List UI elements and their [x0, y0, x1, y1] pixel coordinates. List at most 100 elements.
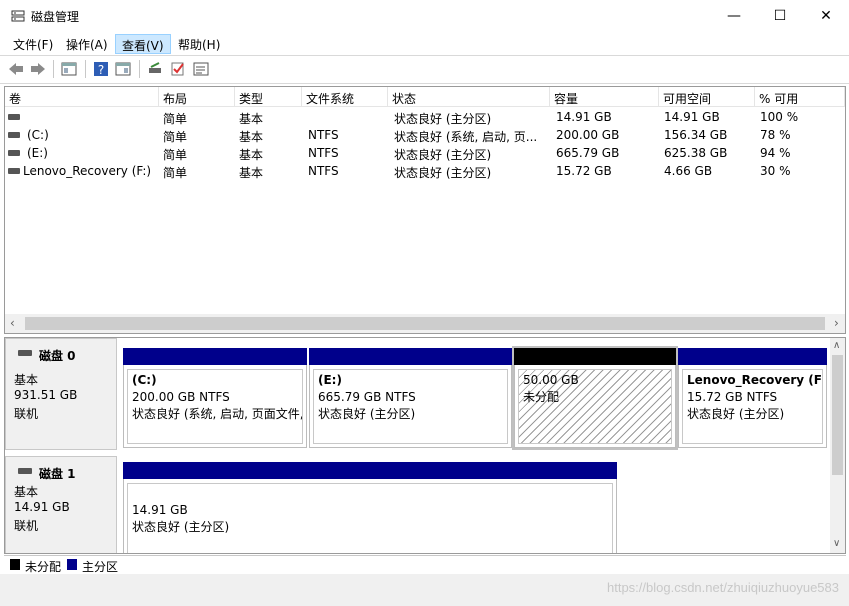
partition-status: 状态良好 (主分区) [687, 407, 785, 421]
partition-details: Lenovo_Recovery (F:) 15.72 GB NTFS 状态良好 … [682, 369, 823, 444]
help-icon: ? [94, 62, 108, 77]
partition-details: 50.00 GB 未分配 [518, 369, 672, 444]
partition-disk1-primary[interactable]: 14.91 GB 状态良好 (主分区) [123, 462, 617, 553]
partition-e[interactable]: (E:) 665.79 GB NTFS 状态良好 (主分区) [309, 348, 512, 448]
volume-status: 状态良好 (主分区) [394, 148, 492, 162]
volume-type: 基本 [239, 112, 264, 126]
vertical-scroll-thumb[interactable] [832, 355, 843, 475]
check-button[interactable] [168, 59, 188, 79]
scroll-left-icon[interactable]: ‹ [10, 316, 15, 330]
show-hide-action-pane-button[interactable] [113, 59, 133, 79]
column-header-capacity[interactable]: 容量 [550, 87, 659, 107]
legend: 未分配 主分区 [4, 555, 846, 574]
volume-name: (E:) [27, 146, 48, 160]
help-button[interactable]: ? [91, 59, 111, 79]
disk-row: 磁盘 0 基本 931.51 GB 联机 (C:) 200.00 GB NTFS… [5, 338, 830, 450]
menu-help[interactable]: 帮助(H) [172, 34, 226, 54]
maximize-icon: ☐ [773, 8, 787, 24]
partition-details: 14.91 GB 状态良好 (主分区) [127, 483, 613, 553]
connect-disk-icon [149, 62, 161, 73]
volume-capacity: 200.00 GB [556, 128, 620, 142]
primary-partition-bar [678, 348, 827, 365]
unallocated-swatch [10, 559, 20, 570]
console-tree-button[interactable] [59, 59, 79, 79]
partition-name: Lenovo_Recovery (F:) [687, 373, 823, 387]
window-title: 磁盘管理 [31, 10, 80, 24]
volume-list-header: 卷 布局 类型 文件系统 状态 容量 可用空间 % 可用 [5, 87, 845, 107]
disk-name: 磁盘 0 [39, 349, 76, 363]
menu-action[interactable]: 操作(A) [60, 34, 114, 54]
console-tree-icon [61, 62, 77, 76]
back-button[interactable] [6, 59, 26, 79]
volume-icon [8, 114, 20, 120]
disk-status: 联机 [14, 407, 39, 421]
partition-unallocated[interactable]: 50.00 GB 未分配 [512, 346, 678, 450]
disk-management-icon [11, 10, 25, 22]
forward-arrow-icon [31, 63, 45, 75]
properties-icon [193, 62, 209, 76]
partition-status: 状态良好 (主分区) [318, 407, 416, 421]
volume-percent-free: 94 % [760, 146, 791, 160]
connect-button[interactable] [145, 59, 165, 79]
toolbar-separator [139, 60, 140, 78]
vertical-scrollbar[interactable]: ∧ ∨ [830, 338, 845, 553]
menu-view[interactable]: 查看(V) [115, 34, 171, 54]
volume-row[interactable]: Lenovo_Recovery (F:) 简单 基本 NTFS 状态良好 (主分… [5, 162, 845, 180]
volume-icon [8, 150, 20, 156]
volume-row[interactable]: 简单 基本 状态良好 (主分区) 14.91 GB 14.91 GB 100 % [5, 108, 845, 126]
volume-percent-free: 78 % [760, 128, 791, 142]
volume-type: 基本 [239, 130, 264, 144]
column-header-filesystem[interactable]: 文件系统 [302, 87, 388, 107]
volume-capacity: 15.72 GB [556, 164, 612, 178]
column-header-free-space[interactable]: 可用空间 [659, 87, 755, 107]
volume-type: 基本 [239, 166, 264, 180]
toolbar-separator [53, 60, 54, 78]
horizontal-scrollbar[interactable]: ‹ › [5, 314, 845, 333]
column-header-layout[interactable]: 布局 [159, 87, 235, 107]
menu-file[interactable]: 文件(F) [7, 34, 59, 54]
svg-text:?: ? [98, 63, 104, 77]
disk-size: 931.51 GB [14, 388, 78, 402]
volume-free-space: 156.34 GB [664, 128, 728, 142]
volume-layout: 简单 [163, 148, 188, 162]
volume-type: 基本 [239, 148, 264, 162]
disk-label[interactable]: 磁盘 0 基本 931.51 GB 联机 [5, 338, 117, 450]
partition-f[interactable]: Lenovo_Recovery (F:) 15.72 GB NTFS 状态良好 … [678, 348, 827, 448]
action-pane-icon [115, 62, 131, 76]
scroll-up-icon[interactable]: ∧ [833, 340, 840, 351]
disk-name: 磁盘 1 [39, 467, 76, 481]
partition-status: 未分配 [523, 390, 560, 404]
primary-partition-bar [123, 462, 617, 479]
primary-swatch [67, 559, 77, 570]
volume-name: Lenovo_Recovery (F:) [23, 164, 152, 178]
volume-percent-free: 30 % [760, 164, 791, 178]
column-header-volume[interactable]: 卷 [5, 87, 159, 107]
legend-primary: 主分区 [82, 560, 119, 574]
primary-partition-bar [123, 348, 307, 365]
forward-button[interactable] [28, 59, 48, 79]
disk-label[interactable]: 磁盘 1 基本 14.91 GB 联机 [5, 456, 117, 553]
volume-row[interactable]: (C:) 简单 基本 NTFS 状态良好 (系统, 启动, 页... 200.0… [5, 126, 845, 144]
maximize-button[interactable]: ☐ [757, 0, 803, 32]
minimize-button[interactable]: — [711, 0, 757, 32]
column-header-status[interactable]: 状态 [388, 87, 550, 107]
partition-name: (E:) [318, 373, 342, 387]
partition-c[interactable]: (C:) 200.00 GB NTFS 状态良好 (系统, 启动, 页面文件, [123, 348, 307, 448]
column-header-percent-free[interactable]: % 可用 [755, 87, 845, 107]
volume-layout: 简单 [163, 112, 188, 126]
partition-status: 状态良好 (主分区) [132, 520, 230, 534]
volume-name: (C:) [27, 128, 49, 142]
scroll-down-icon[interactable]: ∨ [833, 538, 840, 549]
column-header-type[interactable]: 类型 [235, 87, 302, 107]
volume-filesystem: NTFS [308, 128, 339, 142]
disk-type: 基本 [14, 373, 39, 387]
scroll-right-icon[interactable]: › [834, 316, 839, 330]
volume-capacity: 14.91 GB [556, 110, 612, 124]
disk-size: 14.91 GB [14, 500, 70, 514]
horizontal-scroll-thumb[interactable] [25, 317, 825, 330]
properties-button[interactable] [191, 59, 211, 79]
close-button[interactable]: ✕ [803, 0, 849, 32]
menu-bar: 文件(F) 操作(A) 查看(V) 帮助(H) [0, 32, 849, 54]
minimize-icon: — [727, 8, 741, 24]
volume-row[interactable]: (E:) 简单 基本 NTFS 状态良好 (主分区) 665.79 GB 625… [5, 144, 845, 162]
